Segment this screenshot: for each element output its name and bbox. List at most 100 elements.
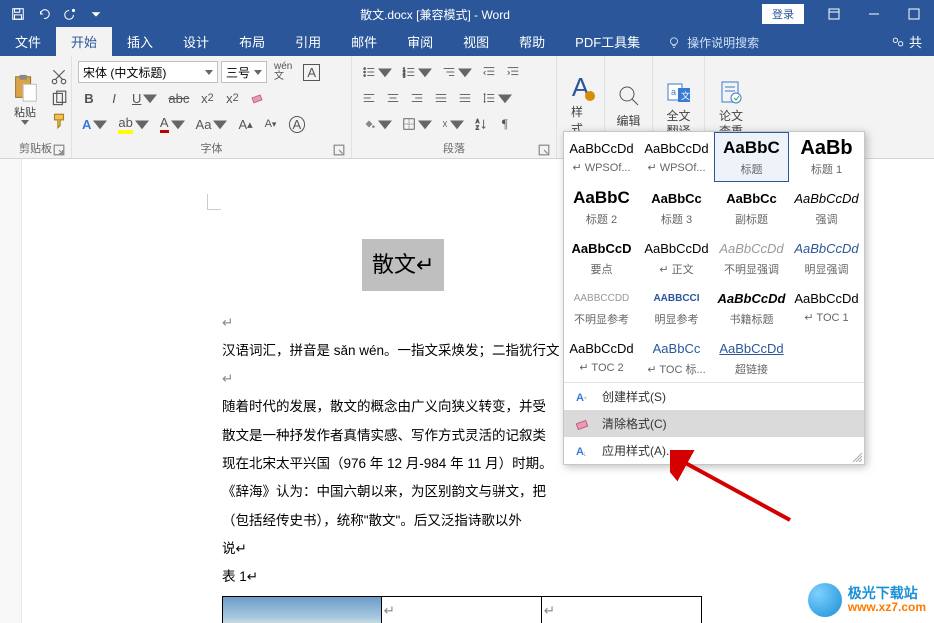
cut-button[interactable] — [50, 68, 68, 86]
style-cell[interactable]: AaBbCcDd不明显强调 — [714, 232, 789, 282]
grow-font-button[interactable]: A▴ — [234, 113, 256, 135]
launcher-icon[interactable] — [53, 144, 65, 156]
style-cell[interactable]: AaBbCcDd↵ 正文 — [639, 232, 714, 282]
style-cell[interactable]: AABBCCI明显参考 — [639, 282, 714, 332]
tab-insert[interactable]: 插入 — [112, 27, 168, 56]
table-cell-image[interactable] — [223, 596, 382, 623]
numbering-button[interactable]: 123 — [398, 61, 436, 83]
title-bar: 散文.docx [兼容模式] - Word 登录 — [0, 0, 934, 28]
align-right-button[interactable] — [406, 87, 428, 109]
decrease-indent-button[interactable] — [478, 61, 500, 83]
redo-button[interactable] — [58, 2, 82, 26]
show-marks-button[interactable]: ¶ — [494, 113, 516, 135]
table[interactable]: ↵ ↵ — [222, 596, 702, 623]
change-case-button[interactable]: Aa — [192, 113, 232, 135]
align-left-button[interactable] — [358, 87, 380, 109]
tab-design[interactable]: 设计 — [168, 27, 224, 56]
asian-layout-button[interactable]: ☓ — [438, 113, 468, 135]
italic-button[interactable]: I — [103, 87, 125, 109]
undo-button[interactable] — [32, 2, 56, 26]
multilevel-button[interactable] — [438, 61, 476, 83]
borders-button[interactable] — [398, 113, 436, 135]
paragraph[interactable]: 《辞海》认为：中国六朝以来，为区别韵文与骈文，把 — [222, 480, 702, 504]
ribbon-display-button[interactable] — [814, 0, 854, 28]
paste-button[interactable]: 粘贴 — [10, 72, 40, 125]
font-name-combo[interactable]: 宋体 (中文标题) — [78, 61, 218, 83]
menu-clear-format[interactable]: 清除格式(C) — [564, 410, 864, 437]
qat-customize[interactable] — [84, 2, 108, 26]
line-spacing-button[interactable] — [478, 87, 516, 109]
font-size-combo[interactable]: 三号 — [221, 61, 267, 83]
increase-indent-button[interactable] — [502, 61, 524, 83]
table-cell[interactable]: ↵ — [381, 596, 541, 623]
sort-button[interactable]: AZ — [470, 113, 492, 135]
style-cell[interactable]: AaBbCcDd↵ WPSOf... — [639, 132, 714, 182]
copy-button[interactable] — [50, 90, 68, 108]
bold-button[interactable]: B — [78, 87, 100, 109]
maximize-button[interactable] — [894, 0, 934, 28]
tab-pdf[interactable]: PDF工具集 — [560, 27, 655, 56]
launcher-icon[interactable] — [333, 144, 345, 156]
style-cell[interactable]: AaBbCc↵ TOC 标... — [639, 332, 714, 382]
tab-home[interactable]: 开始 — [56, 27, 112, 56]
table-cell[interactable]: ↵ — [541, 596, 701, 623]
menu-create-style[interactable]: A⁺ 创建样式(S) — [564, 383, 864, 410]
align-distribute-button[interactable] — [454, 87, 476, 109]
style-cell[interactable]: AaBbCcDd↵ TOC 1 — [789, 282, 864, 332]
style-label: 标题 3 — [642, 211, 711, 227]
table-row[interactable]: ↵ ↵ — [223, 596, 702, 623]
tab-view[interactable]: 视图 — [448, 27, 504, 56]
style-cell[interactable]: AaBb标题 1 — [789, 132, 864, 182]
chevron-down-icon — [21, 120, 29, 125]
font-color-button[interactable]: A — [156, 113, 189, 135]
tab-mailings[interactable]: 邮件 — [336, 27, 392, 56]
share-button[interactable]: 共 — [879, 27, 934, 56]
style-cell[interactable]: AaBbCcDd↵ TOC 2 — [564, 332, 639, 382]
align-center-button[interactable] — [382, 87, 404, 109]
style-cell[interactable]: AaBbC标题 2 — [564, 182, 639, 232]
clear-format-button[interactable] — [246, 87, 268, 109]
style-cell[interactable]: AaBbCc标题 3 — [639, 182, 714, 232]
tab-review[interactable]: 审阅 — [392, 27, 448, 56]
style-cell[interactable]: AaBbCcDd强调 — [789, 182, 864, 232]
tab-file[interactable]: 文件 — [0, 27, 56, 56]
style-cell[interactable]: AaBbCcDd↵ WPSOf... — [564, 132, 639, 182]
tell-me-search[interactable]: 操作说明搜索 — [655, 29, 771, 56]
style-cell[interactable]: AaBbCcDd书籍标题 — [714, 282, 789, 332]
style-cell[interactable]: AaBbC标题 — [714, 132, 789, 182]
tab-references[interactable]: 引用 — [280, 27, 336, 56]
paragraph[interactable]: （包括经传史书），统称"散文"。后又泛指诗歌以外 — [222, 509, 702, 533]
menu-apply-style[interactable]: A↓ 应用样式(A)... — [564, 437, 864, 464]
bullets-icon — [362, 65, 376, 79]
strikethrough-button[interactable]: abc — [164, 87, 193, 109]
style-cell[interactable]: AaBbCcDd超链接 — [714, 332, 789, 382]
paragraph[interactable]: 说↵ — [222, 537, 702, 561]
resize-handle[interactable] — [852, 452, 862, 462]
text-effects-button[interactable]: A — [78, 113, 111, 135]
phonetic-guide-button[interactable]: wén文 — [270, 61, 296, 83]
superscript-button[interactable]: x2 — [221, 87, 243, 109]
login-button[interactable]: 登录 — [762, 4, 804, 24]
format-painter-button[interactable] — [50, 112, 68, 130]
highlight-button[interactable]: ab — [114, 113, 152, 135]
subscript-button[interactable]: x2 — [196, 87, 218, 109]
style-cell[interactable]: AABBCCDD不明显参考 — [564, 282, 639, 332]
enclosed-char-button[interactable]: A — [285, 113, 310, 135]
style-cell[interactable]: AaBbCcD要点 — [564, 232, 639, 282]
save-button[interactable] — [6, 2, 30, 26]
table-caption[interactable]: 表 1↵ — [222, 565, 702, 589]
align-justify-button[interactable] — [430, 87, 452, 109]
shrink-font-button[interactable]: A▾ — [260, 113, 282, 135]
underline-button[interactable]: U — [128, 87, 161, 109]
style-cell[interactable]: AaBbCc副标题 — [714, 182, 789, 232]
style-label: 明显参考 — [642, 311, 711, 327]
tab-help[interactable]: 帮助 — [504, 27, 560, 56]
char-border-button[interactable]: A — [299, 61, 324, 83]
style-cell[interactable]: AaBbCcDd明显强调 — [789, 232, 864, 282]
tab-layout[interactable]: 布局 — [224, 27, 280, 56]
shading-button[interactable] — [358, 113, 396, 135]
bullets-button[interactable] — [358, 61, 396, 83]
doc-title[interactable]: 散文↵ — [362, 239, 444, 291]
launcher-icon[interactable] — [538, 144, 550, 156]
minimize-button[interactable] — [854, 0, 894, 28]
